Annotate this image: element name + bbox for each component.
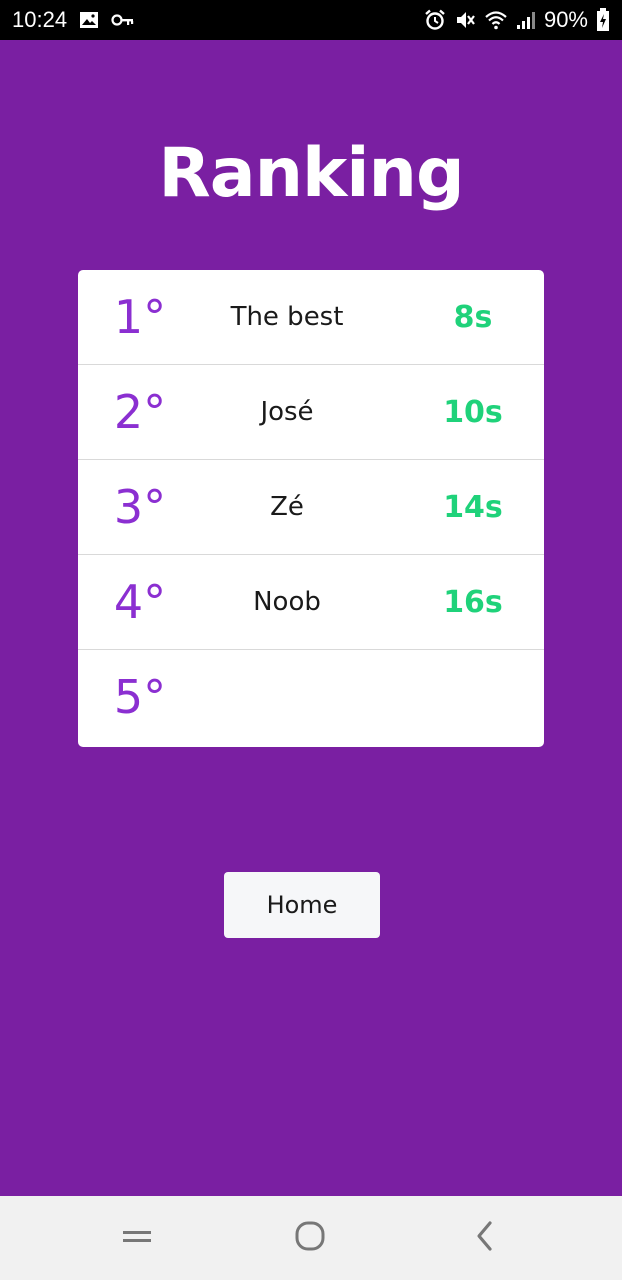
home-icon [294,1220,326,1256]
player-name [202,650,372,745]
status-time: 10:24 [12,7,68,32]
battery-charging-icon [596,8,610,32]
player-name: Zé [270,492,304,522]
wifi-icon [484,10,508,30]
mute-icon [454,9,476,31]
recent-apps-icon [122,1226,152,1250]
player-time: 8s [453,300,493,335]
signal-icon [516,10,536,30]
status-right: 90% [424,7,610,33]
status-left: 10:24 [12,7,135,33]
app-screen: Ranking 1° The best 8s 2° José 10s 3° Zé… [0,40,622,1196]
player-name: José [260,397,314,427]
player-time [408,650,538,745]
alarm-icon [424,9,446,31]
back-icon [473,1220,497,1256]
key-icon [111,13,135,27]
player-time: 16s [443,585,503,620]
rank-position: 1° [113,290,167,344]
battery-percent: 90% [543,7,588,32]
rank-position: 4° [113,575,167,629]
recent-apps-button[interactable] [97,1196,177,1280]
ranking-row: 3° Zé 14s [78,460,544,555]
back-button[interactable] [445,1196,525,1280]
player-name: The best [230,302,344,332]
rank-position: 2° [113,385,167,439]
page-title: Ranking [158,134,464,213]
home-button[interactable]: Home [224,872,380,938]
player-time: 10s [443,395,503,430]
image-icon [79,11,99,29]
ranking-row: 2° José 10s [78,365,544,460]
ranking-row: 5° [78,650,544,746]
player-time: 14s [443,490,503,525]
rank-position: 3° [113,480,167,534]
ranking-row: 1° The best 8s [78,270,544,365]
home-nav-button[interactable] [270,1196,350,1280]
player-name: Noob [253,587,321,617]
status-bar: 10:24 90% [0,0,622,40]
rank-position: 5° [113,670,167,724]
navigation-bar [0,1196,622,1280]
ranking-table: 1° The best 8s 2° José 10s 3° Zé 14s 4° … [78,270,544,747]
ranking-row: 4° Noob 16s [78,555,544,650]
